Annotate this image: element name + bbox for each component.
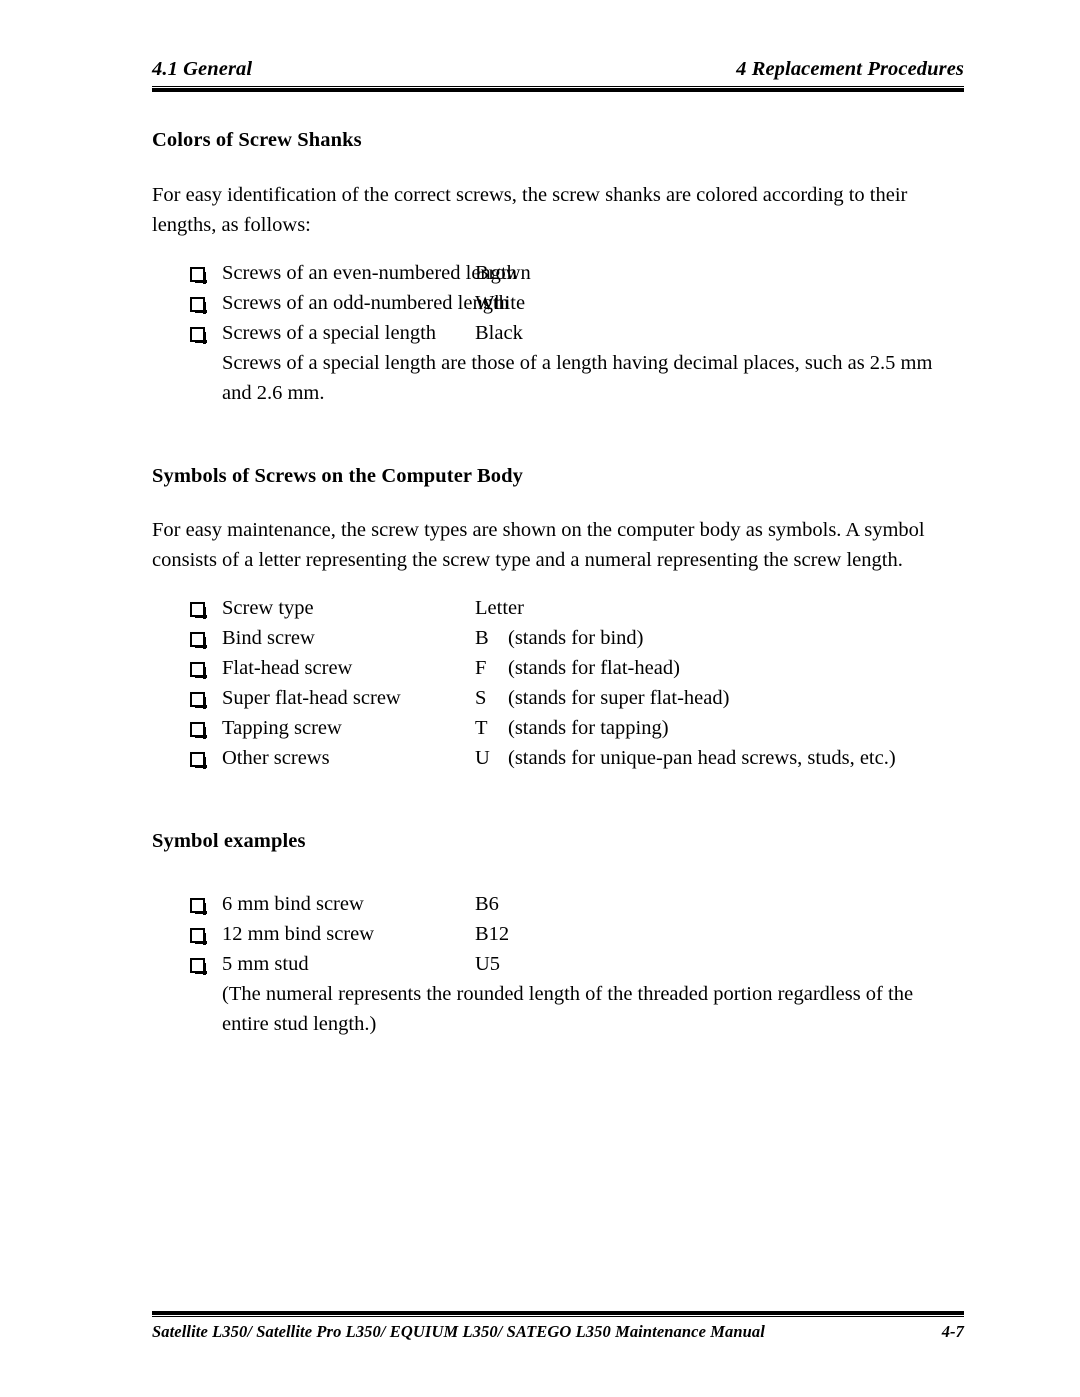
square-bullet-icon bbox=[190, 743, 222, 773]
list-item: Flat-head screw F (stands for flat-head) bbox=[152, 653, 964, 683]
square-bullet-icon bbox=[190, 949, 222, 979]
header-chapter-title: 4 Replacement Procedures bbox=[736, 58, 964, 80]
paragraph-special-length-note: Screws of a special length are those of … bbox=[222, 351, 933, 404]
list-item: Screws of a special length Black bbox=[152, 318, 964, 348]
list-item: Tapping screw T (stands for tapping) bbox=[152, 713, 964, 743]
square-bullet-icon bbox=[190, 258, 222, 288]
heading-symbol-examples: Symbol examples bbox=[152, 830, 306, 853]
square-bullet-icon bbox=[190, 919, 222, 949]
list-item-label: Screw type bbox=[222, 597, 314, 620]
list-item-label: Bind screw bbox=[222, 627, 315, 650]
page-content: Colors of Screw Shanks For easy identifi… bbox=[152, 128, 964, 1039]
list-item: Screw type Letter bbox=[152, 593, 964, 623]
paragraph-stud-length-note: (The numeral represents the rounded leng… bbox=[222, 982, 914, 1035]
list-item-value: B12 bbox=[475, 922, 510, 945]
square-bullet-icon bbox=[190, 623, 222, 653]
list-item-value: U5 bbox=[475, 952, 501, 975]
list-item: Other screws U (stands for unique-pan he… bbox=[152, 743, 964, 773]
list-item-note: (stands for flat-head) bbox=[508, 657, 680, 680]
list-item-label: Tapping screw bbox=[222, 717, 342, 740]
list-item-label: 6 mm bind screw bbox=[222, 892, 364, 915]
list-item-label: Flat-head screw bbox=[222, 657, 353, 680]
list-item-value: B6 bbox=[475, 892, 499, 915]
running-footer: Satellite L350/ Satellite Pro L350/ EQUI… bbox=[152, 1322, 964, 1342]
list-item-value: Black bbox=[475, 321, 523, 344]
list-item-label: Screws of an even-numbered length bbox=[222, 261, 517, 284]
footer-rule-thick bbox=[152, 1311, 964, 1315]
square-bullet-icon bbox=[190, 713, 222, 743]
list-item: Screws of an odd-numbered length White bbox=[152, 288, 964, 318]
list-item-code: T bbox=[475, 717, 488, 740]
list-screw-type-symbols: Screw type Letter Bind screw B (stands f… bbox=[152, 593, 964, 773]
list-item-code: S bbox=[475, 687, 487, 710]
square-bullet-icon bbox=[190, 889, 222, 919]
header-rule-thick bbox=[152, 88, 964, 92]
list-item-code: F bbox=[475, 657, 487, 680]
list-item: 12 mm bind screw B12 bbox=[152, 919, 964, 949]
heading-symbols-of-screws: Symbols of Screws on the Computer Body bbox=[152, 464, 523, 487]
square-bullet-icon bbox=[190, 683, 222, 713]
square-bullet-icon bbox=[190, 288, 222, 318]
header-rule-thin bbox=[152, 86, 964, 87]
paragraph-colors-intro: For easy identification of the correct s… bbox=[152, 183, 908, 236]
list-item-label: Screws of an odd-numbered length bbox=[222, 291, 509, 314]
list-symbol-examples: 6 mm bind screw B6 12 mm bind screw B12 … bbox=[152, 889, 964, 979]
list-item-code: B bbox=[475, 627, 489, 650]
list-item-value: Brown bbox=[475, 261, 531, 284]
footer-page-number: 4-7 bbox=[941, 1322, 964, 1341]
heading-colors-of-screw-shanks: Colors of Screw Shanks bbox=[152, 129, 362, 151]
footer-rule-thin bbox=[152, 1316, 964, 1317]
list-item: 5 mm stud U5 bbox=[152, 949, 964, 979]
square-bullet-icon bbox=[190, 593, 222, 623]
list-item-code: U bbox=[475, 747, 490, 770]
running-header: 4.1 General 4 Replacement Procedures bbox=[152, 58, 964, 81]
list-item-label: Screws of a special length bbox=[222, 321, 437, 344]
list-item-note: (stands for super flat-head) bbox=[508, 687, 730, 710]
list-item-code: Letter bbox=[475, 597, 524, 620]
document-page: 4.1 General 4 Replacement Procedures Col… bbox=[0, 0, 1080, 1397]
list-item-label: Super flat-head screw bbox=[222, 687, 401, 710]
header-section-title: 4.1 General bbox=[152, 58, 253, 80]
square-bullet-icon bbox=[190, 318, 222, 348]
list-item: Screws of an even-numbered length Brown bbox=[152, 258, 964, 288]
footer-manual-title: Satellite L350/ Satellite Pro L350/ EQUI… bbox=[152, 1322, 765, 1341]
list-item-value: White bbox=[475, 291, 526, 314]
square-bullet-icon bbox=[190, 653, 222, 683]
list-item-label: 5 mm stud bbox=[222, 952, 309, 975]
paragraph-symbols-intro: For easy maintenance, the screw types ar… bbox=[152, 519, 925, 572]
list-item: Bind screw B (stands for bind) bbox=[152, 623, 964, 653]
list-item-note: (stands for bind) bbox=[508, 627, 644, 650]
list-item-label: Other screws bbox=[222, 747, 330, 770]
list-item: Super flat-head screw S (stands for supe… bbox=[152, 683, 964, 713]
list-screw-shank-colors: Screws of an even-numbered length Brown … bbox=[152, 258, 964, 348]
list-item-note: (stands for tapping) bbox=[508, 717, 669, 740]
list-item-label: 12 mm bind screw bbox=[222, 922, 375, 945]
list-item-note: (stands for unique-pan head screws, stud… bbox=[508, 747, 896, 770]
list-item: 6 mm bind screw B6 bbox=[152, 889, 964, 919]
